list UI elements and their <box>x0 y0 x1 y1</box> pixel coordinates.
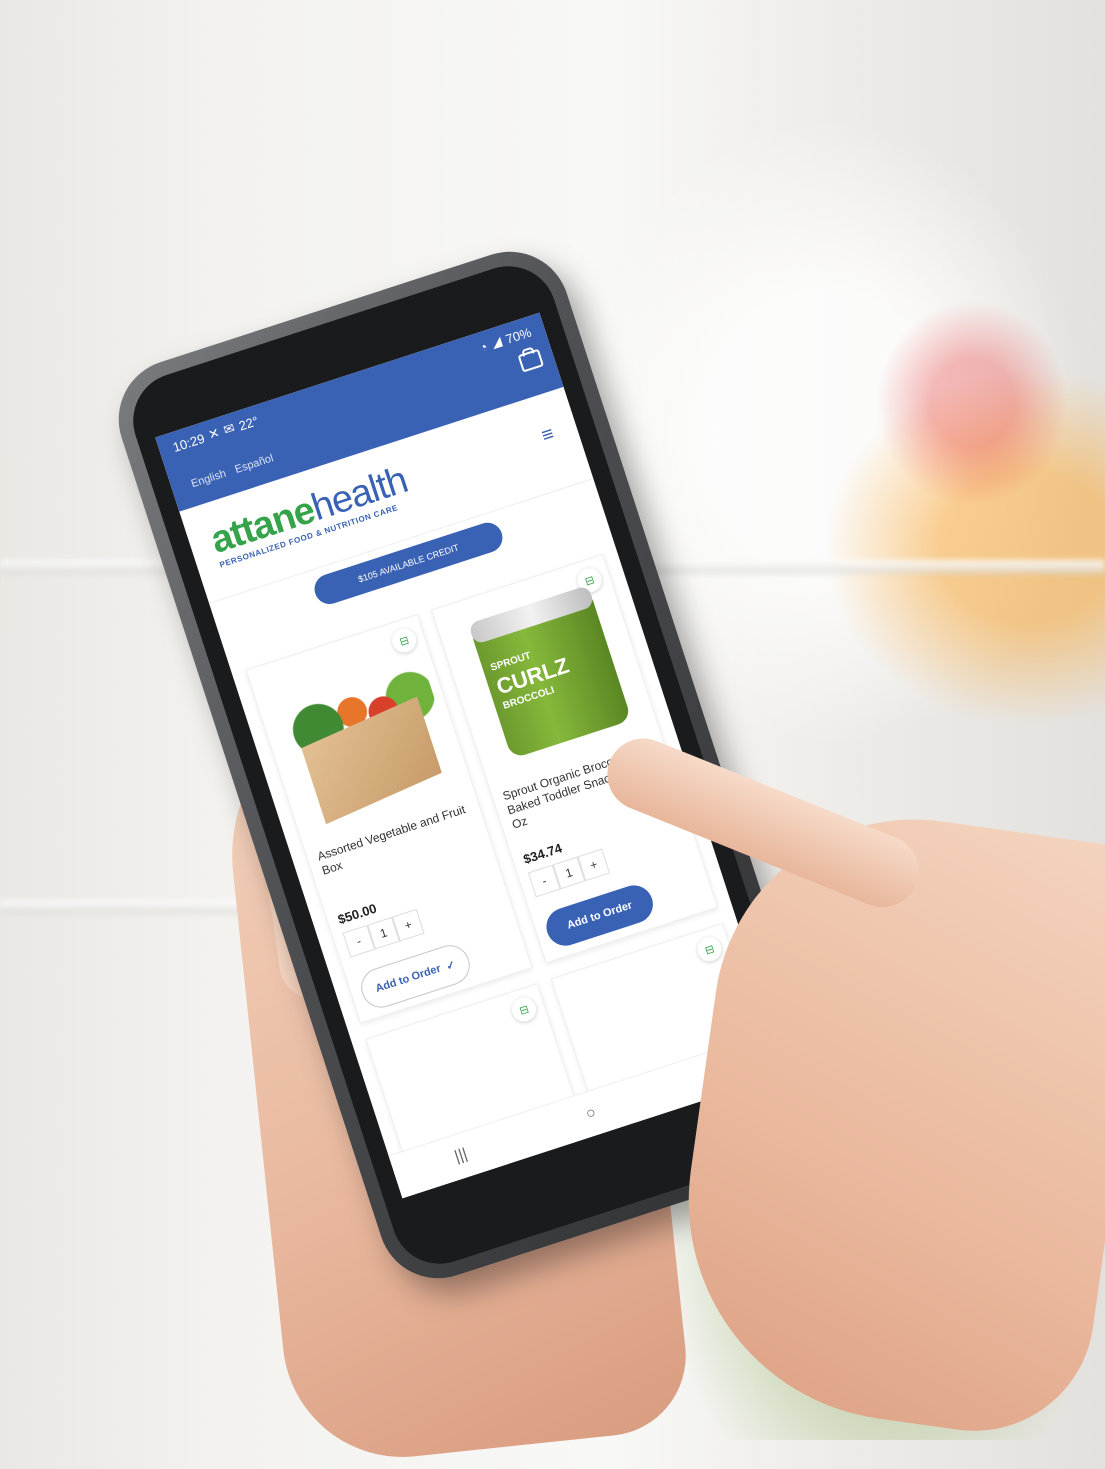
wifi-icon: ◔ <box>477 338 490 356</box>
lang-espanol-link[interactable]: Español <box>233 452 275 476</box>
check-icon: ✓ <box>444 958 457 973</box>
signal-icon: ◢ <box>489 333 504 351</box>
home-icon[interactable]: ○ <box>584 1104 599 1124</box>
recents-icon[interactable]: ||| <box>453 1146 470 1167</box>
menu-icon[interactable]: ≡ <box>539 423 557 448</box>
mail-icon: ✉ <box>221 419 237 438</box>
product-image[interactable] <box>264 641 462 833</box>
cart-icon[interactable] <box>517 348 545 373</box>
lang-english-link[interactable]: English <box>190 468 228 491</box>
battery-level: 70% <box>503 324 534 347</box>
product-image[interactable]: SPROUT CURLZ BROCCOLI <box>449 581 647 773</box>
status-temp: 22° <box>236 412 261 434</box>
basket-badge-icon: ⊟ <box>694 934 725 965</box>
basket-badge-icon: ⊟ <box>508 994 540 1025</box>
status-time: 10:29 <box>170 430 207 455</box>
x-app-icon: ✕ <box>206 424 222 443</box>
